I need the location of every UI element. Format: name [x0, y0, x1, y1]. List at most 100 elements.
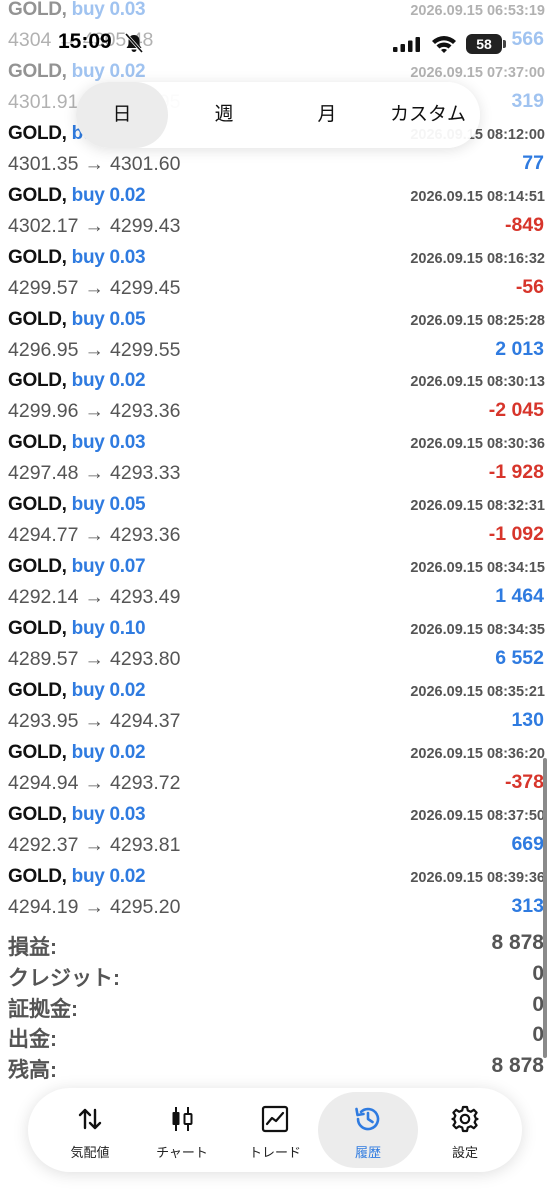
- close-price: 4301.60: [110, 152, 181, 175]
- trade-symbol: GOLD,: [8, 432, 67, 454]
- nav-tab-label: 履歴: [354, 1145, 381, 1160]
- trade-row[interactable]: GOLD, buy 0.03 2026.09.15 08:30:36 4297.48…: [0, 429, 552, 491]
- trade-symbol: GOLD,: [8, 308, 67, 330]
- open-price: 4297.48: [8, 462, 79, 485]
- arrow-right-icon: →: [84, 833, 105, 856]
- trade-prices: 4297.48 → 4293.33: [8, 462, 181, 485]
- trade-time: 2026.09.15 08:32:31: [410, 498, 545, 515]
- nav-tab-chart[interactable]: チャート: [132, 1092, 232, 1168]
- trade-symbol-line: GOLD, buy 0.02: [8, 184, 146, 207]
- close-price: 4293.80: [110, 648, 181, 670]
- open-price: 4293.95: [8, 709, 79, 732]
- trade-direction: buy: [71, 432, 105, 454]
- open-price: 4292.37: [8, 833, 79, 856]
- trade-prices: 4294.19 → 4295.20: [8, 896, 181, 919]
- trade-row[interactable]: GOLD, buy 0.02 2026.09.15 08:36:20 4294.94…: [0, 739, 552, 801]
- trade-row[interactable]: GOLD, buy 0.03 2026.09.15 08:16:32 4299.57…: [0, 244, 552, 306]
- trade-prices: 4301.35 → 4301.60: [8, 153, 181, 176]
- nav-tab-label: トレード: [248, 1145, 301, 1160]
- nav-tab-label: チャート: [156, 1145, 208, 1160]
- close-price: 4293.36: [110, 400, 181, 423]
- trade-symbol-line: GOLD, buy 0.03: [8, 0, 146, 21]
- trade-symbol-line: GOLD, buy 0.05: [8, 308, 146, 331]
- trade-row[interactable]: GOLD, buy 0.03 2026.09.15 08:37:50 4292.37…: [0, 801, 552, 863]
- trade-volume: 0.03: [109, 432, 146, 454]
- open-price: 4294.94: [8, 771, 79, 794]
- tab-month[interactable]: 月: [281, 82, 373, 148]
- arrow-right-icon: →: [84, 152, 105, 175]
- trade-symbol-line: GOLD, buy 0.07: [8, 556, 146, 578]
- trade-direction: buy: [71, 0, 105, 20]
- trade-row[interactable]: GOLD, buy 0.05 2026.09.15 08:25:28 4296.95…: [0, 306, 552, 368]
- arrow-right-icon: →: [84, 276, 105, 299]
- nav-tab-settings[interactable]: 設定: [415, 1092, 515, 1168]
- trade-prices: 4289.57 → 4293.80: [8, 648, 181, 671]
- nav-tab-history[interactable]: 履歴: [318, 1092, 418, 1168]
- close-price: 4299.43: [110, 214, 181, 237]
- arrow-right-icon: →: [84, 524, 105, 547]
- trade-profit: -849: [504, 213, 544, 236]
- trade-profit: 1 464: [495, 585, 544, 608]
- trade-row[interactable]: GOLD, buy 0.02 2026.09.15 08:30:13 4299.96…: [0, 367, 552, 429]
- trade-symbol: GOLD,: [8, 741, 67, 763]
- trade-row[interactable]: GOLD, buy 0.10 2026.09.15 08:34:35 4289.57…: [0, 615, 552, 677]
- trade-profit: -56: [515, 275, 544, 298]
- close-price: 4294.37: [110, 709, 181, 732]
- trade-prices: 4299.96 → 4293.36: [8, 400, 181, 423]
- trade-direction: buy: [71, 184, 105, 206]
- trade-direction: buy: [71, 618, 105, 639]
- trade-time: 2026.09.15 08:37:50: [410, 807, 545, 824]
- open-price: 4289.57: [8, 648, 79, 670]
- battery-icon: 58: [466, 34, 506, 54]
- trade-profit: 2 013: [495, 337, 544, 360]
- history-icon: [355, 1107, 380, 1131]
- trade-symbol: GOLD,: [8, 865, 67, 887]
- tab-custom[interactable]: カスタム: [376, 82, 480, 148]
- scrollbar[interactable]: [543, 758, 547, 1058]
- close-price: 4293.72: [110, 771, 181, 794]
- tab-day[interactable]: 日: [76, 82, 168, 148]
- arrow-right-icon: →: [84, 586, 105, 609]
- trade-row[interactable]: GOLD, buy 0.02 2026.09.15 08:14:51 4302.17…: [0, 182, 552, 244]
- trade-symbol: GOLD,: [8, 0, 67, 20]
- trade-row[interactable]: GOLD, buy 0.02 2026.09.15 08:35:21 4293.95…: [0, 677, 552, 739]
- candlestick-icon: [172, 1107, 193, 1131]
- trade-symbol-line: GOLD, buy 0.10: [8, 618, 146, 640]
- trade-prices: 4296.95 → 4299.55: [8, 339, 181, 362]
- nav-tab-trade[interactable]: トレード: [225, 1092, 325, 1168]
- trade-time: 2026.09.15 07:37:00: [410, 64, 545, 81]
- trade-volume: 0.02: [109, 741, 146, 763]
- trade-prices: 4294.94 → 4293.72: [8, 772, 181, 795]
- trade-time: 2026.09.15 08:34:15: [410, 560, 545, 577]
- trade-volume: 0.02: [109, 679, 146, 701]
- arrow-right-icon: →: [84, 338, 105, 361]
- close-price: 4293.33: [110, 462, 181, 485]
- trade-volume: 0.05: [109, 494, 146, 516]
- summary-balance: 残高: 8 878: [0, 1054, 552, 1085]
- trade-direction: buy: [71, 865, 105, 887]
- trade-symbol-line: GOLD, buy 0.02: [8, 61, 146, 83]
- trade-symbol: GOLD,: [8, 184, 67, 206]
- trade-profit: 130: [511, 708, 544, 731]
- summary-label: 出金:: [8, 1028, 57, 1052]
- trade-direction: buy: [71, 803, 105, 825]
- tab-week[interactable]: 週: [178, 82, 270, 148]
- trade-symbol: GOLD,: [8, 122, 67, 144]
- trade-direction: buy: [71, 370, 105, 392]
- trade-prices: 4293.95 → 4294.37: [8, 710, 181, 733]
- nav-tab-quotes[interactable]: 気配値: [40, 1092, 140, 1168]
- trade-row[interactable]: GOLD, buy 0.07 2026.09.15 08:34:15 4292.14…: [0, 553, 552, 615]
- status-time: 15:09: [58, 30, 112, 53]
- trade-symbol: GOLD,: [8, 556, 67, 578]
- trade-time: 2026.09.15 08:16:32: [410, 250, 545, 267]
- trade-prices: 4292.37 → 4293.81: [8, 834, 181, 857]
- arrow-right-icon: →: [84, 771, 105, 794]
- summary-label: 証拠金:: [8, 997, 78, 1021]
- trade-chart-icon: [261, 1105, 289, 1133]
- trade-direction: buy: [71, 556, 105, 578]
- trade-profit: 77: [522, 151, 544, 174]
- trade-row[interactable]: GOLD, buy 0.02 2026.09.15 08:39:36 4294.19…: [0, 863, 552, 925]
- trade-row[interactable]: GOLD, buy 0.05 2026.09.15 08:32:31 4294.77…: [0, 491, 552, 553]
- trade-symbol-line: GOLD, buy 0.03: [8, 803, 146, 826]
- close-price: 4293.49: [110, 586, 181, 609]
